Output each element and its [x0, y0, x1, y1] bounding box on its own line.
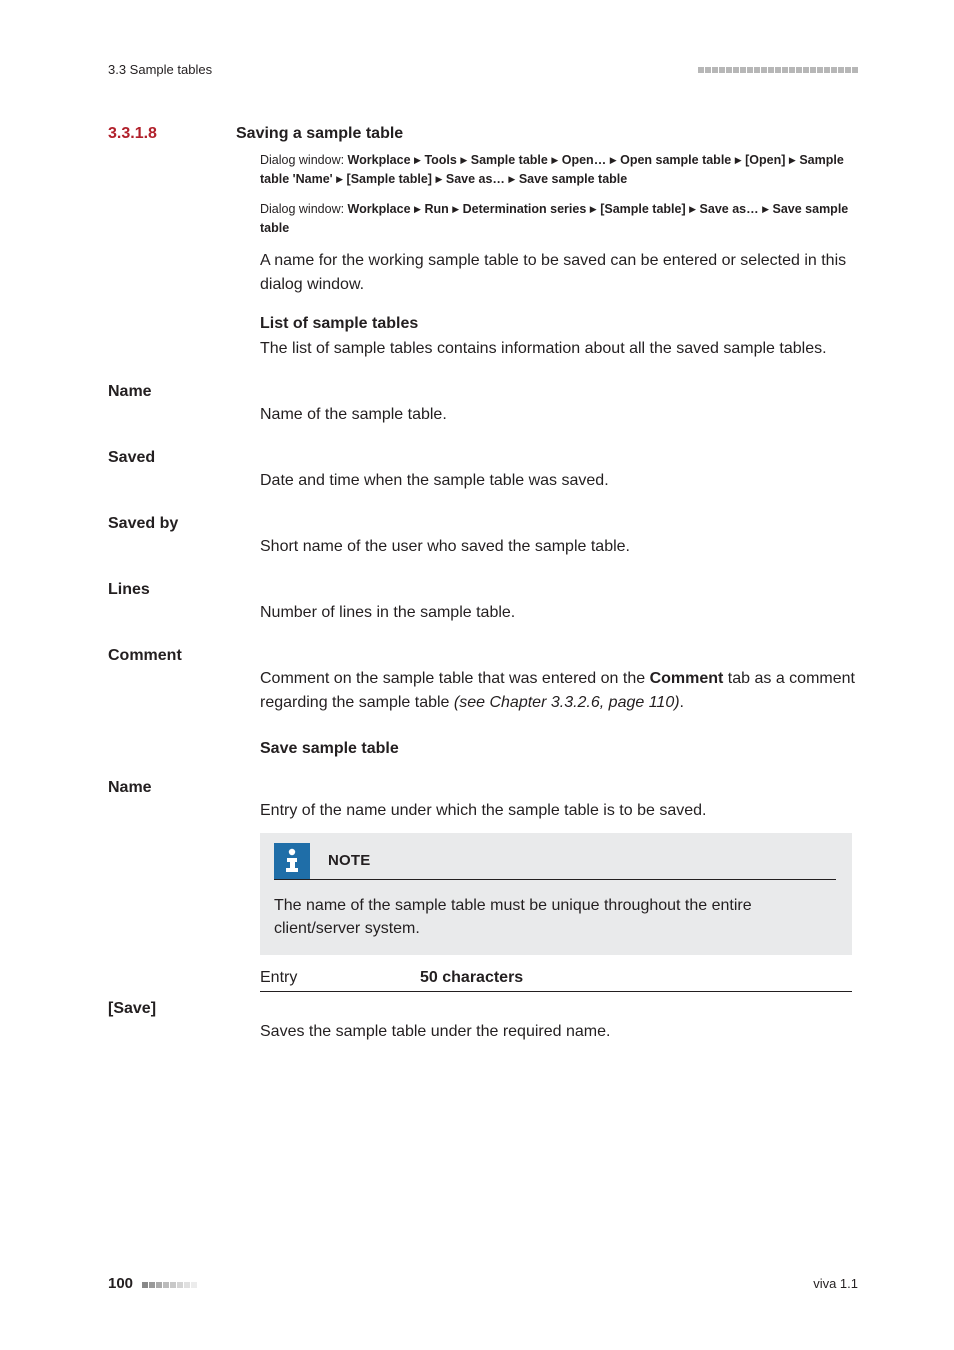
- page-footer: 100 viva 1.1: [108, 1275, 858, 1292]
- dialog2-p4: Save as…: [700, 202, 759, 216]
- field-saved-by-desc: Short name of the user who saved the sam…: [260, 535, 858, 559]
- field-comment-desc: Comment on the sample table that was ent…: [260, 667, 858, 715]
- comment-d: (see Chapter 3.3.2.6, page 110): [454, 694, 680, 711]
- list-heading: List of sample tables: [260, 315, 852, 333]
- dialog1-p3: Open…: [562, 153, 606, 167]
- dialog-path-2: Dialog window: Workplace ▶ Run ▶ Determi…: [260, 200, 852, 239]
- header-decoration: [697, 67, 858, 73]
- field-lines-desc: Number of lines in the sample table.: [260, 601, 858, 625]
- save-button-desc: Saves the sample table under the require…: [260, 1020, 858, 1044]
- field-comment-label: Comment: [108, 647, 260, 765]
- field-lines-label: Lines: [108, 581, 260, 625]
- note-header: NOTE: [274, 843, 836, 880]
- info-icon: [274, 843, 310, 879]
- field-comment: Comment Comment on the sample table that…: [108, 647, 858, 765]
- comment-b: Comment: [650, 670, 724, 687]
- dialog2-prefix: Dialog window:: [260, 202, 348, 216]
- field-saved: Saved Date and time when the sample tabl…: [108, 449, 858, 493]
- dialog1-p7: [Sample table]: [347, 172, 432, 186]
- dialog2-p3: [Sample table]: [600, 202, 685, 216]
- dialog1-p0: Workplace: [348, 153, 411, 167]
- footer-right: viva 1.1: [813, 1276, 858, 1291]
- entry-row: Entry 50 characters: [260, 969, 852, 992]
- running-header: 3.3 Sample tables: [108, 62, 858, 77]
- save-heading: Save sample table: [260, 737, 858, 761]
- field-saved-by: Saved by Short name of the user who save…: [108, 515, 858, 559]
- field-lines: Lines Number of lines in the sample tabl…: [108, 581, 858, 625]
- entry-value: 50 characters: [420, 969, 523, 987]
- dialog1-prefix: Dialog window:: [260, 153, 348, 167]
- field-saved-by-label: Saved by: [108, 515, 260, 559]
- field-save-button: [Save] Saves the sample table under the …: [108, 1000, 858, 1044]
- note-title: NOTE: [328, 852, 370, 869]
- dialog1-p5: [Open]: [745, 153, 785, 167]
- field-name-label: Name: [108, 383, 260, 427]
- section-number: 3.3.1.8: [108, 125, 236, 143]
- footer-decoration: [141, 1275, 197, 1292]
- dialog1-p1: Tools: [424, 153, 456, 167]
- dialog1-p2: Sample table: [471, 153, 548, 167]
- dialog2-p2: Determination series: [463, 202, 587, 216]
- footer-left: 100: [108, 1275, 197, 1292]
- field-name: Name Name of the sample table.: [108, 383, 858, 427]
- field-name-desc: Name of the sample table.: [260, 403, 858, 427]
- dialog2-p0: Workplace: [348, 202, 411, 216]
- field-save-name-label: Name: [108, 779, 260, 823]
- dialog1-p8: Save as…: [446, 172, 505, 186]
- dialog-path-1: Dialog window: Workplace ▶ Tools ▶ Sampl…: [260, 151, 852, 361]
- comment-a: Comment on the sample table that was ent…: [260, 670, 650, 687]
- save-button-label: [Save]: [108, 1000, 260, 1044]
- dialog2-p1: Run: [424, 202, 448, 216]
- dialog1-p4: Open sample table: [620, 153, 731, 167]
- comment-e: .: [680, 694, 684, 711]
- note-box: NOTE The name of the sample table must b…: [260, 833, 852, 955]
- section-heading: 3.3.1.8 Saving a sample table: [108, 125, 858, 143]
- field-saved-desc: Date and time when the sample table was …: [260, 469, 858, 493]
- intro-paragraph: A name for the working sample table to b…: [260, 249, 852, 297]
- section-title: Saving a sample table: [236, 125, 403, 143]
- entry-label: Entry: [260, 969, 420, 987]
- note-body: The name of the sample table must be uni…: [274, 894, 836, 941]
- page-number: 100: [108, 1275, 133, 1292]
- header-left: 3.3 Sample tables: [108, 62, 212, 77]
- page: 3.3 Sample tables 3.3.1.8 Saving a sampl…: [0, 0, 954, 1350]
- list-description: The list of sample tables contains infor…: [260, 337, 852, 361]
- field-saved-label: Saved: [108, 449, 260, 493]
- field-save-name-desc: Entry of the name under which the sample…: [260, 799, 858, 823]
- field-save-name: Name Entry of the name under which the s…: [108, 779, 858, 823]
- dialog1-p9: Save sample table: [519, 172, 627, 186]
